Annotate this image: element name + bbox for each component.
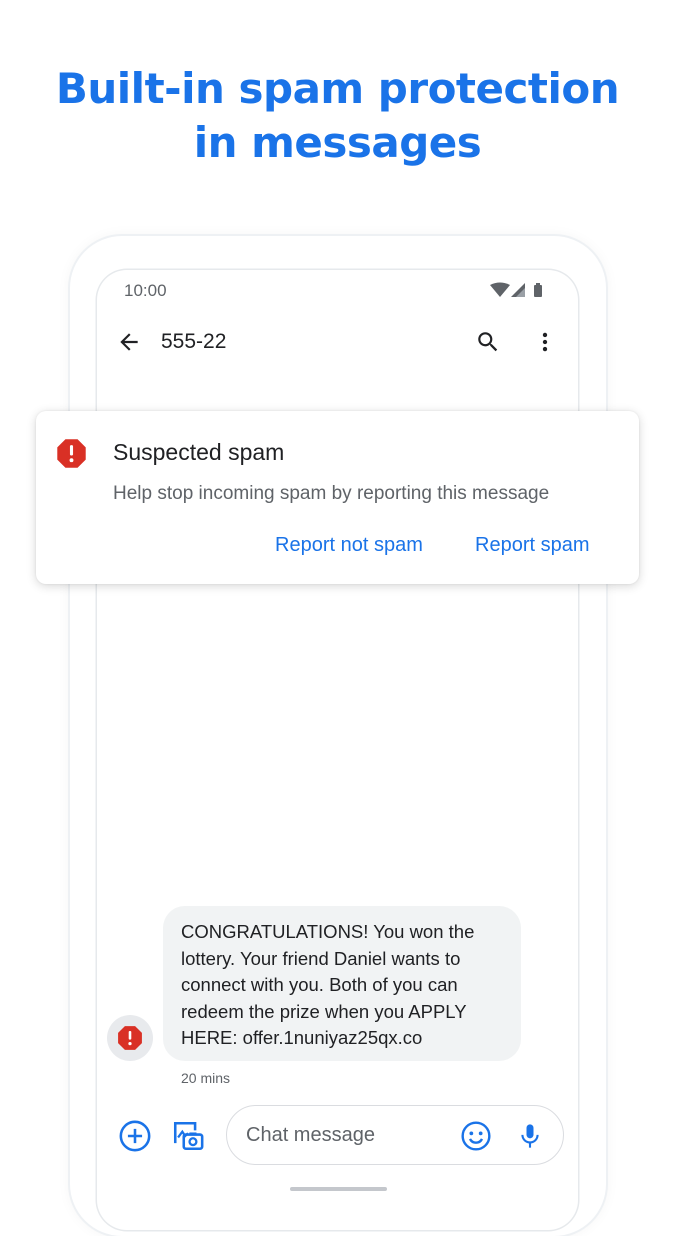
message-timestamp: 20 mins	[181, 1070, 231, 1086]
emoji-button[interactable]	[460, 1120, 492, 1152]
back-button[interactable]	[116, 329, 142, 355]
alert-octagon-icon	[56, 438, 87, 469]
message-line: HERE: offer.1nuniyaz25qx.co	[181, 1027, 423, 1048]
headline-line-2: in messages	[193, 118, 482, 167]
report-spam-button[interactable]: Report spam	[475, 534, 590, 557]
wifi-icon	[490, 282, 510, 297]
spam-card-title: Suspected spam	[113, 439, 285, 465]
add-circle-icon	[119, 1120, 151, 1152]
headline: Built-in spam protection in messages	[0, 62, 675, 170]
message-line: connect with you. Both of you can	[181, 974, 458, 995]
spam-alert-icon	[118, 1026, 142, 1050]
emoji-icon	[461, 1121, 491, 1151]
battery-icon	[534, 283, 542, 297]
more-options-button[interactable]	[532, 329, 558, 355]
conversation-title: 555-22	[161, 330, 227, 353]
gallery-icon	[173, 1121, 204, 1151]
sender-avatar[interactable]	[107, 1015, 153, 1061]
add-attachment-button[interactable]	[118, 1119, 152, 1153]
message-text: CONGRATULATIONS! You won the lottery. Yo…	[181, 919, 511, 1052]
report-not-spam-button[interactable]: Report not spam	[275, 534, 423, 557]
spam-card-description: Help stop incoming spam by reporting thi…	[113, 483, 550, 504]
message-line: redeem the prize when you APPLY	[181, 1000, 467, 1022]
gallery-button[interactable]	[171, 1119, 205, 1153]
chat-message-input[interactable]	[246, 1120, 436, 1150]
arrow-back-icon	[120, 333, 138, 351]
headline-line-1: Built-in spam protection	[55, 64, 620, 113]
search-icon	[478, 332, 498, 352]
search-button[interactable]	[475, 329, 501, 355]
signal-icon	[511, 283, 525, 297]
message-line: CONGRATULATIONS! You won the	[181, 921, 475, 942]
voice-input-button[interactable]	[516, 1120, 544, 1152]
message-line: lottery. Your friend Daniel wants to	[181, 947, 461, 969]
status-time: 10:00	[124, 281, 167, 300]
mic-icon	[521, 1124, 539, 1148]
gesture-nav-handle[interactable]	[290, 1187, 387, 1191]
status-icons	[490, 282, 550, 305]
more-vert-icon	[542, 332, 548, 352]
